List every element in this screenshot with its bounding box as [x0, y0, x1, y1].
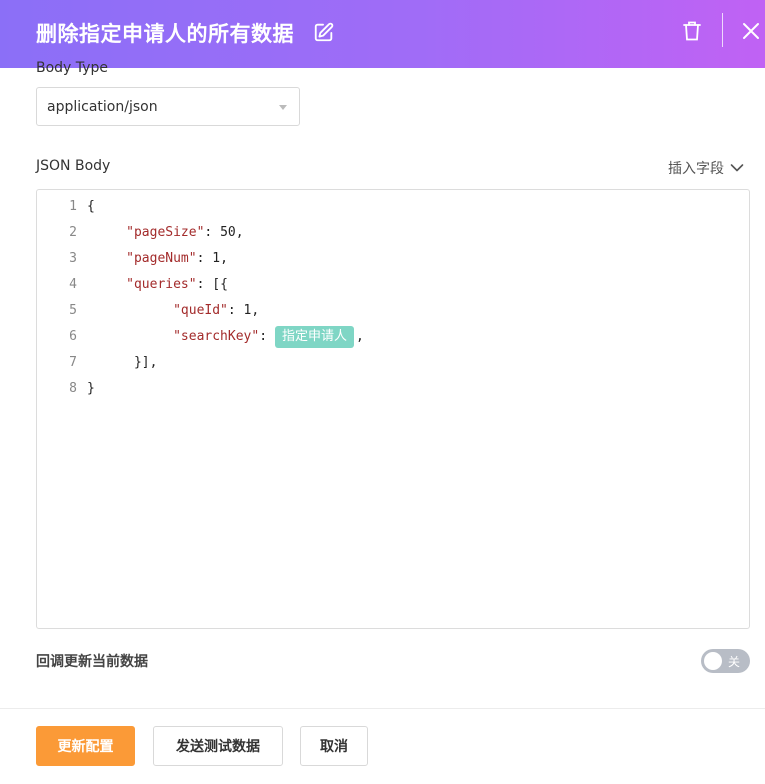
json-value: : 50,: [204, 225, 244, 240]
callback-update-label: 回调更新当前数据: [36, 654, 148, 670]
dialog-title: 删除指定申请人的所有数据: [36, 22, 294, 46]
code-text: {: [87, 196, 95, 218]
json-key: "pageSize": [126, 225, 205, 240]
insert-field-label: 插入字段: [668, 161, 724, 177]
json-value: :: [259, 329, 268, 344]
code-text: "pageNum": 1,: [87, 248, 228, 270]
line-number: 3: [69, 251, 77, 266]
variable-tag[interactable]: 指定申请人: [275, 326, 355, 348]
update-config-button[interactable]: 更新配置: [36, 726, 135, 766]
insert-field-dropdown[interactable]: 插入字段: [668, 158, 744, 178]
code-line: 4 "queries": [{: [37, 274, 749, 296]
line-number: 1: [69, 199, 77, 214]
chevron-down-icon: [730, 164, 744, 172]
code-line: 3 "pageNum": 1,: [37, 248, 749, 270]
line-number: 4: [69, 277, 77, 292]
close-icon[interactable]: [741, 21, 761, 41]
toggle-knob: [704, 652, 722, 670]
code-line: 7 }],: [37, 352, 749, 374]
code-line: 6 "searchKey": 指定申请人,: [37, 326, 749, 348]
code-line: 5 "queId": 1,: [37, 300, 749, 322]
code-line: 8}: [37, 378, 749, 400]
body-type-label: Body Type: [36, 60, 108, 76]
json-key: "searchKey": [173, 329, 260, 344]
edit-icon[interactable]: [313, 21, 335, 43]
json-key: "pageNum": [126, 251, 197, 266]
code-text: }: [87, 378, 95, 400]
line-number: 6: [69, 329, 77, 344]
footer-divider: [0, 708, 765, 709]
json-value: : 1,: [196, 251, 228, 266]
code-punctuation: ,: [356, 329, 364, 344]
code-punctuation: {: [87, 199, 95, 214]
cancel-button[interactable]: 取消: [300, 726, 368, 766]
json-key: "queries": [126, 277, 197, 292]
line-number: 2: [69, 225, 77, 240]
code-text: "pageSize": 50,: [87, 222, 244, 244]
toggle-state-text: 关: [728, 655, 741, 669]
body-type-value: application/json: [47, 99, 158, 115]
code-line: 1{: [37, 196, 749, 218]
json-key: "queId": [173, 303, 228, 318]
json-value: : 1,: [227, 303, 260, 318]
body-type-select[interactable]: application/json: [36, 87, 300, 126]
code-punctuation: }: [87, 381, 95, 396]
code-text: }],: [87, 352, 157, 374]
json-code-editor[interactable]: 1{2 "pageSize": 50, 3 "pageNum": 1, 4 "que…: [36, 189, 750, 629]
code-line: 2 "pageSize": 50,: [37, 222, 749, 244]
code-text: "searchKey": 指定申请人,: [87, 326, 364, 348]
line-number: 5: [69, 303, 77, 318]
header-divider: [722, 13, 723, 47]
code-text: "queId": 1,: [87, 300, 259, 322]
callback-update-toggle[interactable]: 关: [701, 649, 750, 673]
json-body-label: JSON Body: [36, 158, 111, 174]
send-test-data-button[interactable]: 发送测试数据: [153, 726, 283, 766]
code-text: "queries": [{: [87, 274, 228, 296]
line-number: 7: [69, 355, 77, 370]
json-value: : [{: [196, 277, 228, 292]
line-number: 8: [69, 381, 77, 396]
code-punctuation: }],: [133, 355, 158, 370]
caret-down-icon: [279, 105, 287, 110]
dialog-header: 删除指定申请人的所有数据: [0, 0, 765, 68]
trash-icon[interactable]: [682, 20, 702, 42]
